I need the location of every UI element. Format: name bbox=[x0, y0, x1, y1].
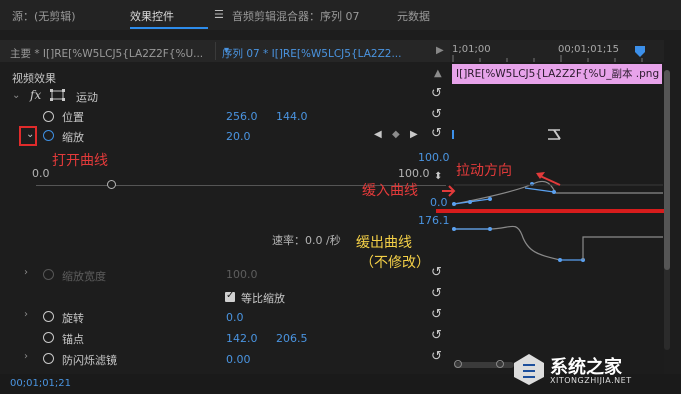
rotation-reset-icon[interactable]: ↺ bbox=[431, 307, 442, 322]
check-icon: ✓ bbox=[226, 290, 235, 301]
highlight-box bbox=[19, 126, 37, 146]
rotation-value[interactable]: 0.0 bbox=[226, 311, 244, 324]
annotation-ease-out: 缓出曲线 bbox=[356, 235, 412, 251]
flicker-value[interactable]: 0.00 bbox=[226, 353, 251, 366]
playhead-handle-icon[interactable] bbox=[634, 44, 646, 58]
rotation-stopwatch-icon[interactable] bbox=[43, 311, 54, 322]
video-effects-heading: 视频效果 bbox=[12, 72, 56, 85]
anchor-label: 锚点 bbox=[62, 333, 84, 346]
tab-source[interactable]: 源：(无剪辑) bbox=[12, 8, 76, 24]
zoom-handle-left[interactable] bbox=[454, 360, 462, 368]
vertical-scroll-thumb[interactable] bbox=[664, 70, 670, 270]
scale-width-label: 缩放宽度 bbox=[62, 270, 106, 283]
rate-label: 速率：0.0 /秒 bbox=[272, 234, 341, 247]
master-clip-label[interactable]: 主要 * I[]RE[%W5LCJ5{LA2Z2F{%U... bbox=[10, 46, 203, 61]
flicker-reset-icon[interactable]: ↺ bbox=[431, 349, 442, 364]
scale-reset-icon[interactable]: ↺ bbox=[431, 126, 442, 141]
position-y-value[interactable]: 144.0 bbox=[276, 110, 308, 123]
panel-menu-icon[interactable]: ☰ bbox=[214, 8, 224, 21]
next-keyframe-icon[interactable]: ▶ bbox=[410, 129, 418, 140]
position-stopwatch-icon[interactable] bbox=[43, 111, 54, 122]
sequence-divider bbox=[215, 42, 216, 60]
watermark-logo-icon bbox=[514, 354, 544, 385]
scale-width-reset-icon[interactable]: ↺ bbox=[431, 265, 442, 280]
play-only-icon[interactable]: ▶ bbox=[436, 45, 444, 56]
position-reset-icon[interactable]: ↺ bbox=[431, 107, 442, 122]
anchor-y-value[interactable]: 206.5 bbox=[276, 332, 308, 345]
motion-expand-icon[interactable]: ⌄ bbox=[12, 90, 20, 101]
position-x-value[interactable]: 256.0 bbox=[226, 110, 258, 123]
arrow-icon bbox=[442, 185, 456, 197]
uniform-scale-reset-icon[interactable]: ↺ bbox=[431, 286, 442, 301]
motion-reset-icon[interactable]: ↺ bbox=[431, 86, 442, 101]
fx-icon: fx bbox=[30, 88, 42, 102]
timeline-zoom-scroll[interactable] bbox=[454, 362, 514, 368]
annotation-open-curve: 打开曲线 bbox=[52, 153, 108, 169]
zoom-handle-right[interactable] bbox=[496, 360, 504, 368]
rotation-expand-icon[interactable]: › bbox=[24, 309, 28, 320]
annotation-pull-direction: 拉动方向 bbox=[456, 163, 512, 179]
keyframe-graph[interactable] bbox=[450, 85, 664, 290]
scale-width-expand-icon[interactable]: › bbox=[24, 267, 28, 278]
flicker-label: 防闪烁滤镜 bbox=[62, 354, 117, 367]
motion-label: 运动 bbox=[76, 91, 98, 104]
flicker-stopwatch-icon[interactable] bbox=[43, 353, 54, 364]
annotation-ease-in: 缓入曲线 bbox=[362, 183, 418, 199]
anchor-stopwatch-icon[interactable] bbox=[43, 332, 54, 343]
rotation-label: 旋转 bbox=[62, 312, 84, 325]
add-keyframe-icon[interactable]: ◆ bbox=[392, 129, 400, 140]
uniform-scale-label: 等比缩放 bbox=[241, 292, 285, 305]
red-divider-line bbox=[436, 209, 664, 213]
prev-keyframe-icon[interactable]: ◀ bbox=[374, 129, 382, 140]
annotation-ease-out-note: （不修改） bbox=[360, 255, 430, 271]
graph-mid-right-value: 100.0 bbox=[398, 167, 430, 180]
scale-width-stopwatch-icon[interactable] bbox=[43, 269, 54, 280]
scale-slider-handle[interactable] bbox=[107, 180, 116, 189]
active-tab-indicator bbox=[130, 27, 208, 29]
clip-bar[interactable]: I[]RE[%W5LCJ5{LA2Z2F{%U_副本 .png bbox=[452, 64, 662, 84]
collapse-up-icon[interactable]: ▲ bbox=[434, 68, 442, 79]
ruler-ticks bbox=[452, 55, 643, 62]
tab-audio-clip-mixer[interactable]: 音频剪辑混合器：序列 07 bbox=[232, 8, 360, 24]
tab-effect-controls[interactable]: 效果控件 bbox=[130, 8, 174, 24]
watermark-url: XITONGZHIJIA.NET bbox=[550, 376, 632, 385]
ruler-time-2: 00;01;01;15 bbox=[558, 44, 620, 55]
graph-toggle-icon[interactable]: ⬍ bbox=[434, 171, 442, 182]
anchor-reset-icon[interactable]: ↺ bbox=[431, 328, 442, 343]
graph-speed-value: 176.1 bbox=[418, 214, 450, 227]
scale-width-value: 100.0 bbox=[226, 268, 258, 281]
ruler-time-1: 1;01;00 bbox=[452, 44, 491, 55]
flicker-expand-icon[interactable]: › bbox=[24, 351, 28, 362]
scale-label: 缩放 bbox=[62, 131, 84, 144]
scale-stopwatch-icon[interactable] bbox=[43, 130, 54, 141]
tab-metadata[interactable]: 元数据 bbox=[397, 8, 430, 24]
transform-box-icon[interactable] bbox=[50, 89, 66, 101]
graph-top-right-value: 100.0 bbox=[418, 151, 450, 164]
sequence-chevron-icon[interactable]: ▾ bbox=[224, 45, 229, 56]
timecode-display[interactable]: 00;01;01;21 bbox=[10, 378, 71, 389]
graph-top-left-value: 0.0 bbox=[32, 167, 50, 180]
anchor-x-value[interactable]: 142.0 bbox=[226, 332, 258, 345]
position-label: 位置 bbox=[62, 111, 84, 124]
sequence-clip-label[interactable]: 序列 07 * I[]RE[%W5LCJ5{LA2Z2... bbox=[222, 46, 401, 61]
scale-value[interactable]: 20.0 bbox=[226, 130, 251, 143]
